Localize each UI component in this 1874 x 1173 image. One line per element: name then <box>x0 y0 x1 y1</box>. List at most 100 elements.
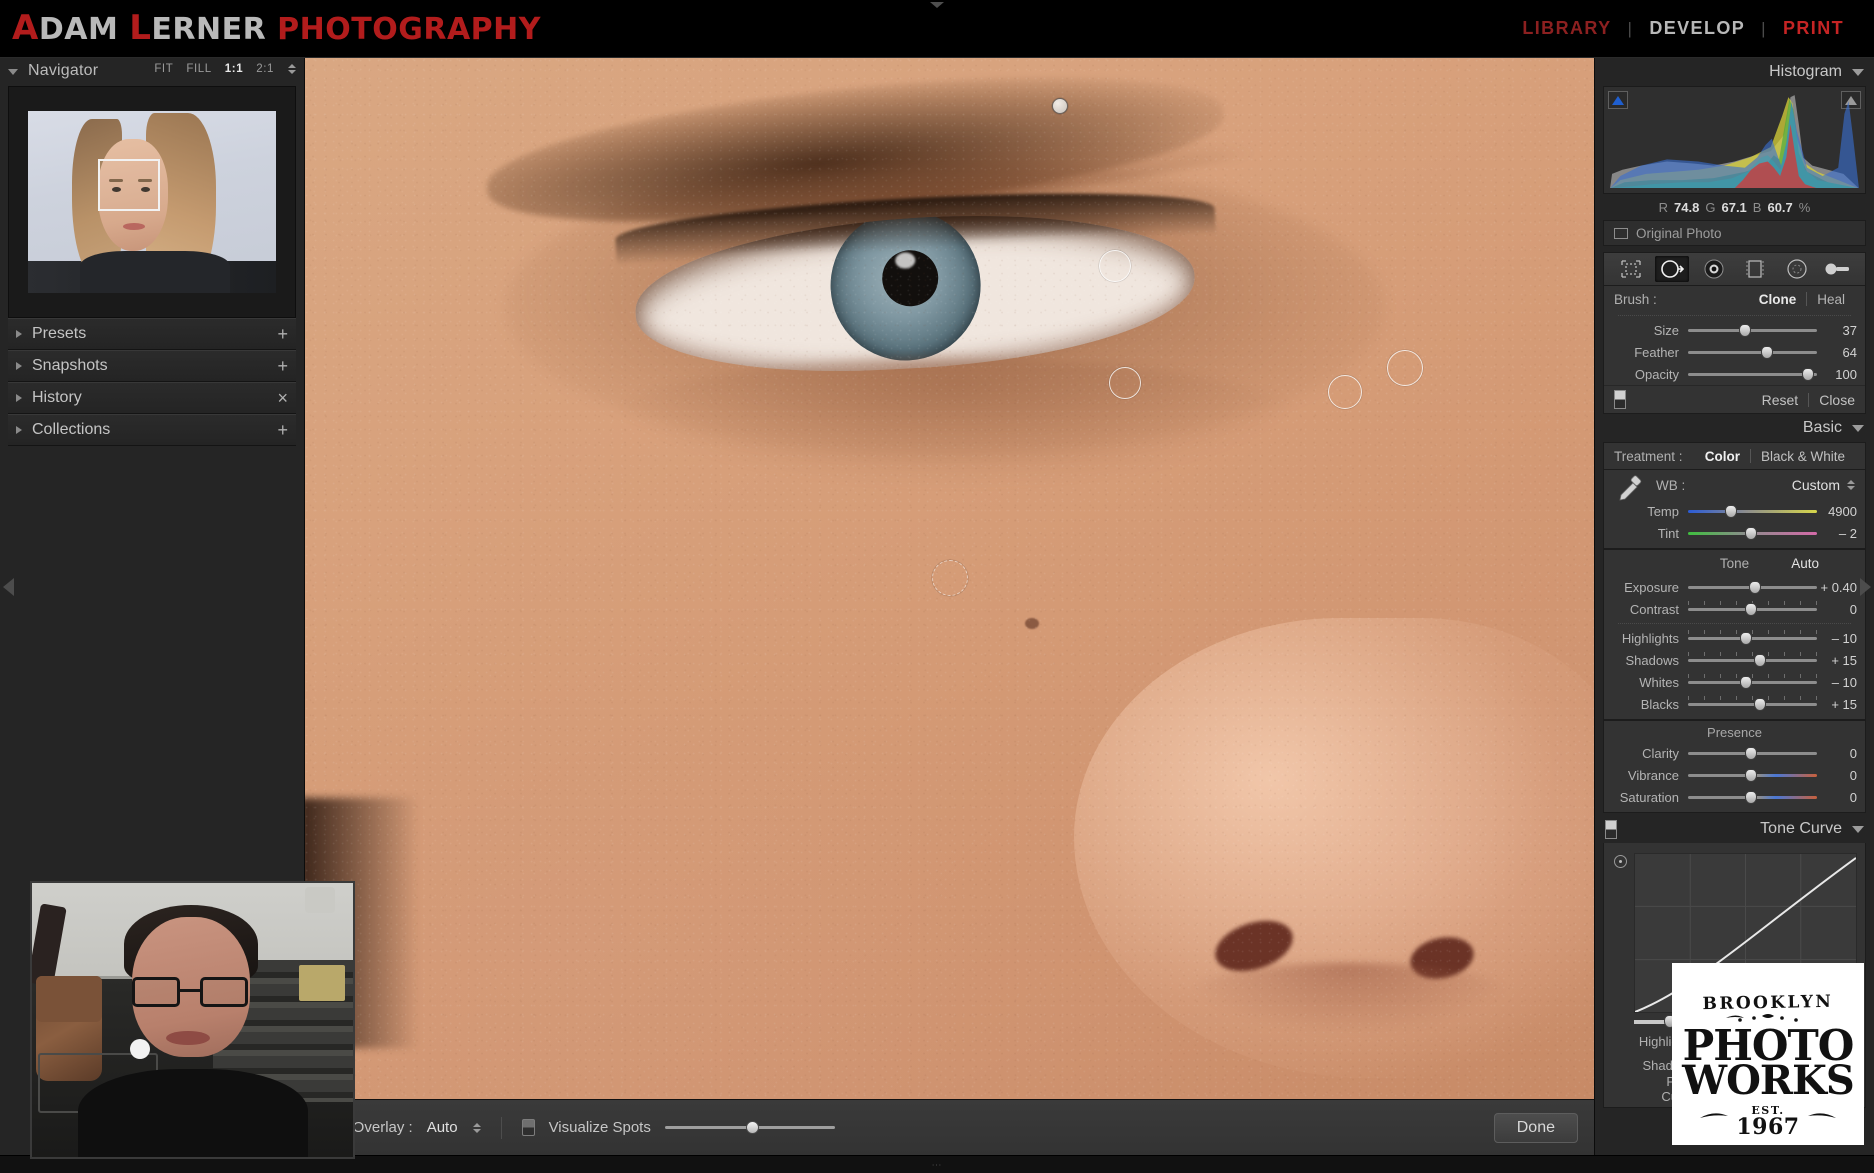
module-develop[interactable]: DEVELOP <box>1633 18 1761 39</box>
shadows-slider[interactable] <box>1688 651 1817 669</box>
chevron-down-icon[interactable] <box>1852 424 1864 432</box>
histogram-header[interactable]: Histogram <box>1595 58 1874 86</box>
saturation-slider[interactable] <box>1688 788 1817 806</box>
chevron-down-icon[interactable] <box>1852 68 1864 76</box>
adjustment-brush-tool-icon[interactable] <box>1821 256 1855 282</box>
sidebar-item-snapshots[interactable]: Snapshots + <box>8 350 296 382</box>
treatment-color[interactable]: Color <box>1695 449 1750 464</box>
history-clear-button[interactable]: × <box>277 389 288 407</box>
temp-value[interactable]: 4900 <box>1817 504 1857 519</box>
tint-value[interactable]: – 2 <box>1817 526 1857 541</box>
exposure-slider[interactable] <box>1688 578 1817 596</box>
contrast-value[interactable]: 0 <box>1817 602 1857 617</box>
visualize-spots-checkbox[interactable] <box>521 1119 535 1136</box>
brush-size-slider[interactable] <box>1688 321 1817 339</box>
vibrance-value[interactable]: 0 <box>1817 768 1857 783</box>
blacks-value[interactable]: + 15 <box>1817 697 1857 712</box>
targeted-adjustment-tool-icon[interactable] <box>1614 855 1627 868</box>
temp-label: Temp <box>1647 503 1679 519</box>
reset-button[interactable]: Reset <box>1762 392 1799 408</box>
basic-panel-header[interactable]: Basic <box>1595 414 1874 442</box>
blacks-slider[interactable] <box>1688 695 1817 713</box>
tone-curve-header[interactable]: Tone Curve <box>1595 815 1874 843</box>
chevron-right-icon[interactable] <box>16 394 22 402</box>
red-eye-correction-tool-icon[interactable] <box>1697 256 1731 282</box>
zoom-1-1[interactable]: 1:1 <box>225 63 243 75</box>
spot-removal-pin[interactable] <box>1099 250 1131 282</box>
spot-removal-pin[interactable] <box>1328 375 1362 409</box>
vibrance-slider[interactable] <box>1688 766 1817 784</box>
brush-opacity-value[interactable]: 100 <box>1817 367 1857 382</box>
zoom-2-1[interactable]: 2:1 <box>256 63 274 75</box>
panel-expand-dots-bottom[interactable]: ⋯ <box>932 1160 943 1171</box>
zoom-fit[interactable]: FIT <box>154 63 173 75</box>
visualize-spots-slider[interactable] <box>664 1120 835 1136</box>
sidebar-item-history[interactable]: History × <box>8 382 296 414</box>
left-panel-collapse-arrow-icon[interactable] <box>3 577 14 596</box>
clarity-value[interactable]: 0 <box>1817 746 1857 761</box>
saturation-value[interactable]: 0 <box>1817 790 1857 805</box>
zoom-fill[interactable]: FILL <box>186 63 211 75</box>
original-photo-row[interactable]: Original Photo <box>1603 220 1866 246</box>
radial-filter-tool-icon[interactable] <box>1780 256 1814 282</box>
spot-removal-pin[interactable] <box>1387 350 1423 386</box>
right-panel-collapse-arrow-icon[interactable] <box>1860 577 1871 596</box>
zoom-stepper-icon[interactable] <box>288 64 296 74</box>
navigator-header[interactable]: Navigator FIT FILL 1:1 2:1 <box>0 58 304 84</box>
highlights-value[interactable]: – 10 <box>1817 631 1857 646</box>
temp-slider[interactable] <box>1688 502 1817 520</box>
treatment-black-and-white[interactable]: Black & White <box>1751 449 1855 464</box>
chevron-right-icon[interactable] <box>16 362 22 370</box>
tool-overlay-stepper-icon[interactable] <box>472 1122 481 1133</box>
presets-add-button[interactable]: + <box>277 325 288 343</box>
spot-removal-tool-icon[interactable] <box>1655 256 1690 282</box>
tone-curve-toggle-icon[interactable] <box>1605 819 1617 839</box>
whites-slider[interactable] <box>1688 673 1817 691</box>
chevron-right-icon[interactable] <box>16 426 22 434</box>
wb-stepper-icon[interactable] <box>1847 480 1855 490</box>
close-button[interactable]: Close <box>1819 392 1855 408</box>
crop-overlay-tool-icon[interactable] <box>1614 256 1648 282</box>
panel-expand-triangle-top[interactable] <box>930 2 944 8</box>
shadows-value[interactable]: + 15 <box>1817 653 1857 668</box>
snapshots-add-button[interactable]: + <box>277 357 288 375</box>
sidebar-item-collections[interactable]: Collections + <box>8 414 296 446</box>
done-button[interactable]: Done <box>1493 1112 1578 1143</box>
brush-mode-clone[interactable]: Clone <box>1749 292 1807 307</box>
tint-slider[interactable] <box>1688 524 1817 542</box>
webcam-overlay[interactable] <box>30 881 355 1159</box>
contrast-slider[interactable] <box>1688 600 1817 618</box>
white-balance-selector-icon[interactable] <box>1616 474 1646 504</box>
collections-add-button[interactable]: + <box>277 421 288 439</box>
whites-value[interactable]: – 10 <box>1817 675 1857 690</box>
navigator-thumbnail[interactable] <box>28 111 276 293</box>
brush-opacity-slider[interactable] <box>1688 365 1817 383</box>
toolbar-divider <box>500 1116 502 1139</box>
brush-feather-value[interactable]: 64 <box>1817 345 1857 360</box>
brush-feather-slider[interactable] <box>1688 343 1817 361</box>
navigator-preview-frame[interactable] <box>8 86 296 318</box>
histogram-curves <box>1610 95 1859 189</box>
module-print[interactable]: PRINT <box>1767 18 1860 39</box>
navigator-zoom-rectangle[interactable] <box>98 159 160 211</box>
histogram-graph[interactable] <box>1603 86 1866 194</box>
tone-auto-button[interactable]: Auto <box>1791 556 1819 571</box>
chevron-right-icon[interactable] <box>16 330 22 338</box>
graduated-filter-tool-icon[interactable] <box>1738 256 1772 282</box>
clarity-slider[interactable] <box>1688 744 1817 762</box>
chevron-down-icon[interactable] <box>8 69 18 75</box>
spot-removal-pin[interactable] <box>1109 367 1141 399</box>
photo-canvas[interactable] <box>305 58 1594 1099</box>
tool-toggle-switch-icon[interactable] <box>1614 390 1626 409</box>
tool-overlay-value[interactable]: Auto <box>427 1119 458 1136</box>
module-library[interactable]: LIBRARY <box>1506 18 1627 39</box>
exposure-value[interactable]: + 0.40 <box>1817 580 1857 595</box>
highlights-slider[interactable] <box>1688 629 1817 647</box>
brush-mode-heal[interactable]: Heal <box>1807 292 1855 307</box>
brush-size-value[interactable]: 37 <box>1817 323 1857 338</box>
spot-removal-pin-active[interactable] <box>932 560 968 596</box>
spot-removal-pin[interactable] <box>1052 98 1068 114</box>
wb-value[interactable]: Custom <box>1792 477 1840 493</box>
sidebar-item-presets[interactable]: Presets + <box>8 318 296 350</box>
chevron-down-icon[interactable] <box>1852 825 1864 833</box>
